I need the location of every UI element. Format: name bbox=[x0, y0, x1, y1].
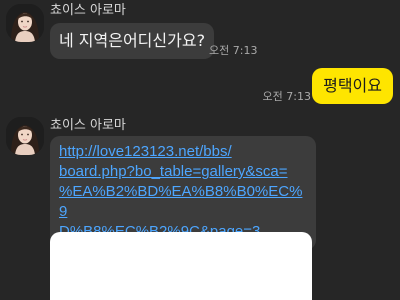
message-link-line[interactable]: http://love123123.net/bbs/ bbox=[59, 142, 307, 162]
sender-name: 쵸이스 아로마 bbox=[50, 3, 126, 18]
profile-photo-icon bbox=[6, 117, 44, 155]
sender-avatar[interactable] bbox=[6, 117, 44, 155]
message-link-line[interactable]: %EA%B2%BD%EA%B8%B0%EC%9 bbox=[59, 182, 307, 222]
message-timestamp: 오전 7:13 bbox=[262, 90, 311, 103]
message-link-line[interactable]: board.php?bo_table=gallery&sca= bbox=[59, 162, 307, 182]
incoming-message-bubble[interactable]: 네 지역은어디신가요? bbox=[50, 23, 215, 59]
outgoing-message-bubble[interactable]: 평택이요 bbox=[312, 68, 393, 104]
message-timestamp: 오전 7:13 bbox=[209, 44, 258, 57]
sender-name: 쵸이스 아로마 bbox=[50, 118, 126, 133]
sender-avatar[interactable] bbox=[6, 4, 44, 42]
chat-window: 쵸이스 아로마 네 지역은어디신가요? 오전 7:13 오전 7:13 평택이요… bbox=[0, 0, 400, 300]
link-preview-card[interactable] bbox=[50, 232, 312, 300]
profile-photo-icon bbox=[6, 4, 44, 42]
